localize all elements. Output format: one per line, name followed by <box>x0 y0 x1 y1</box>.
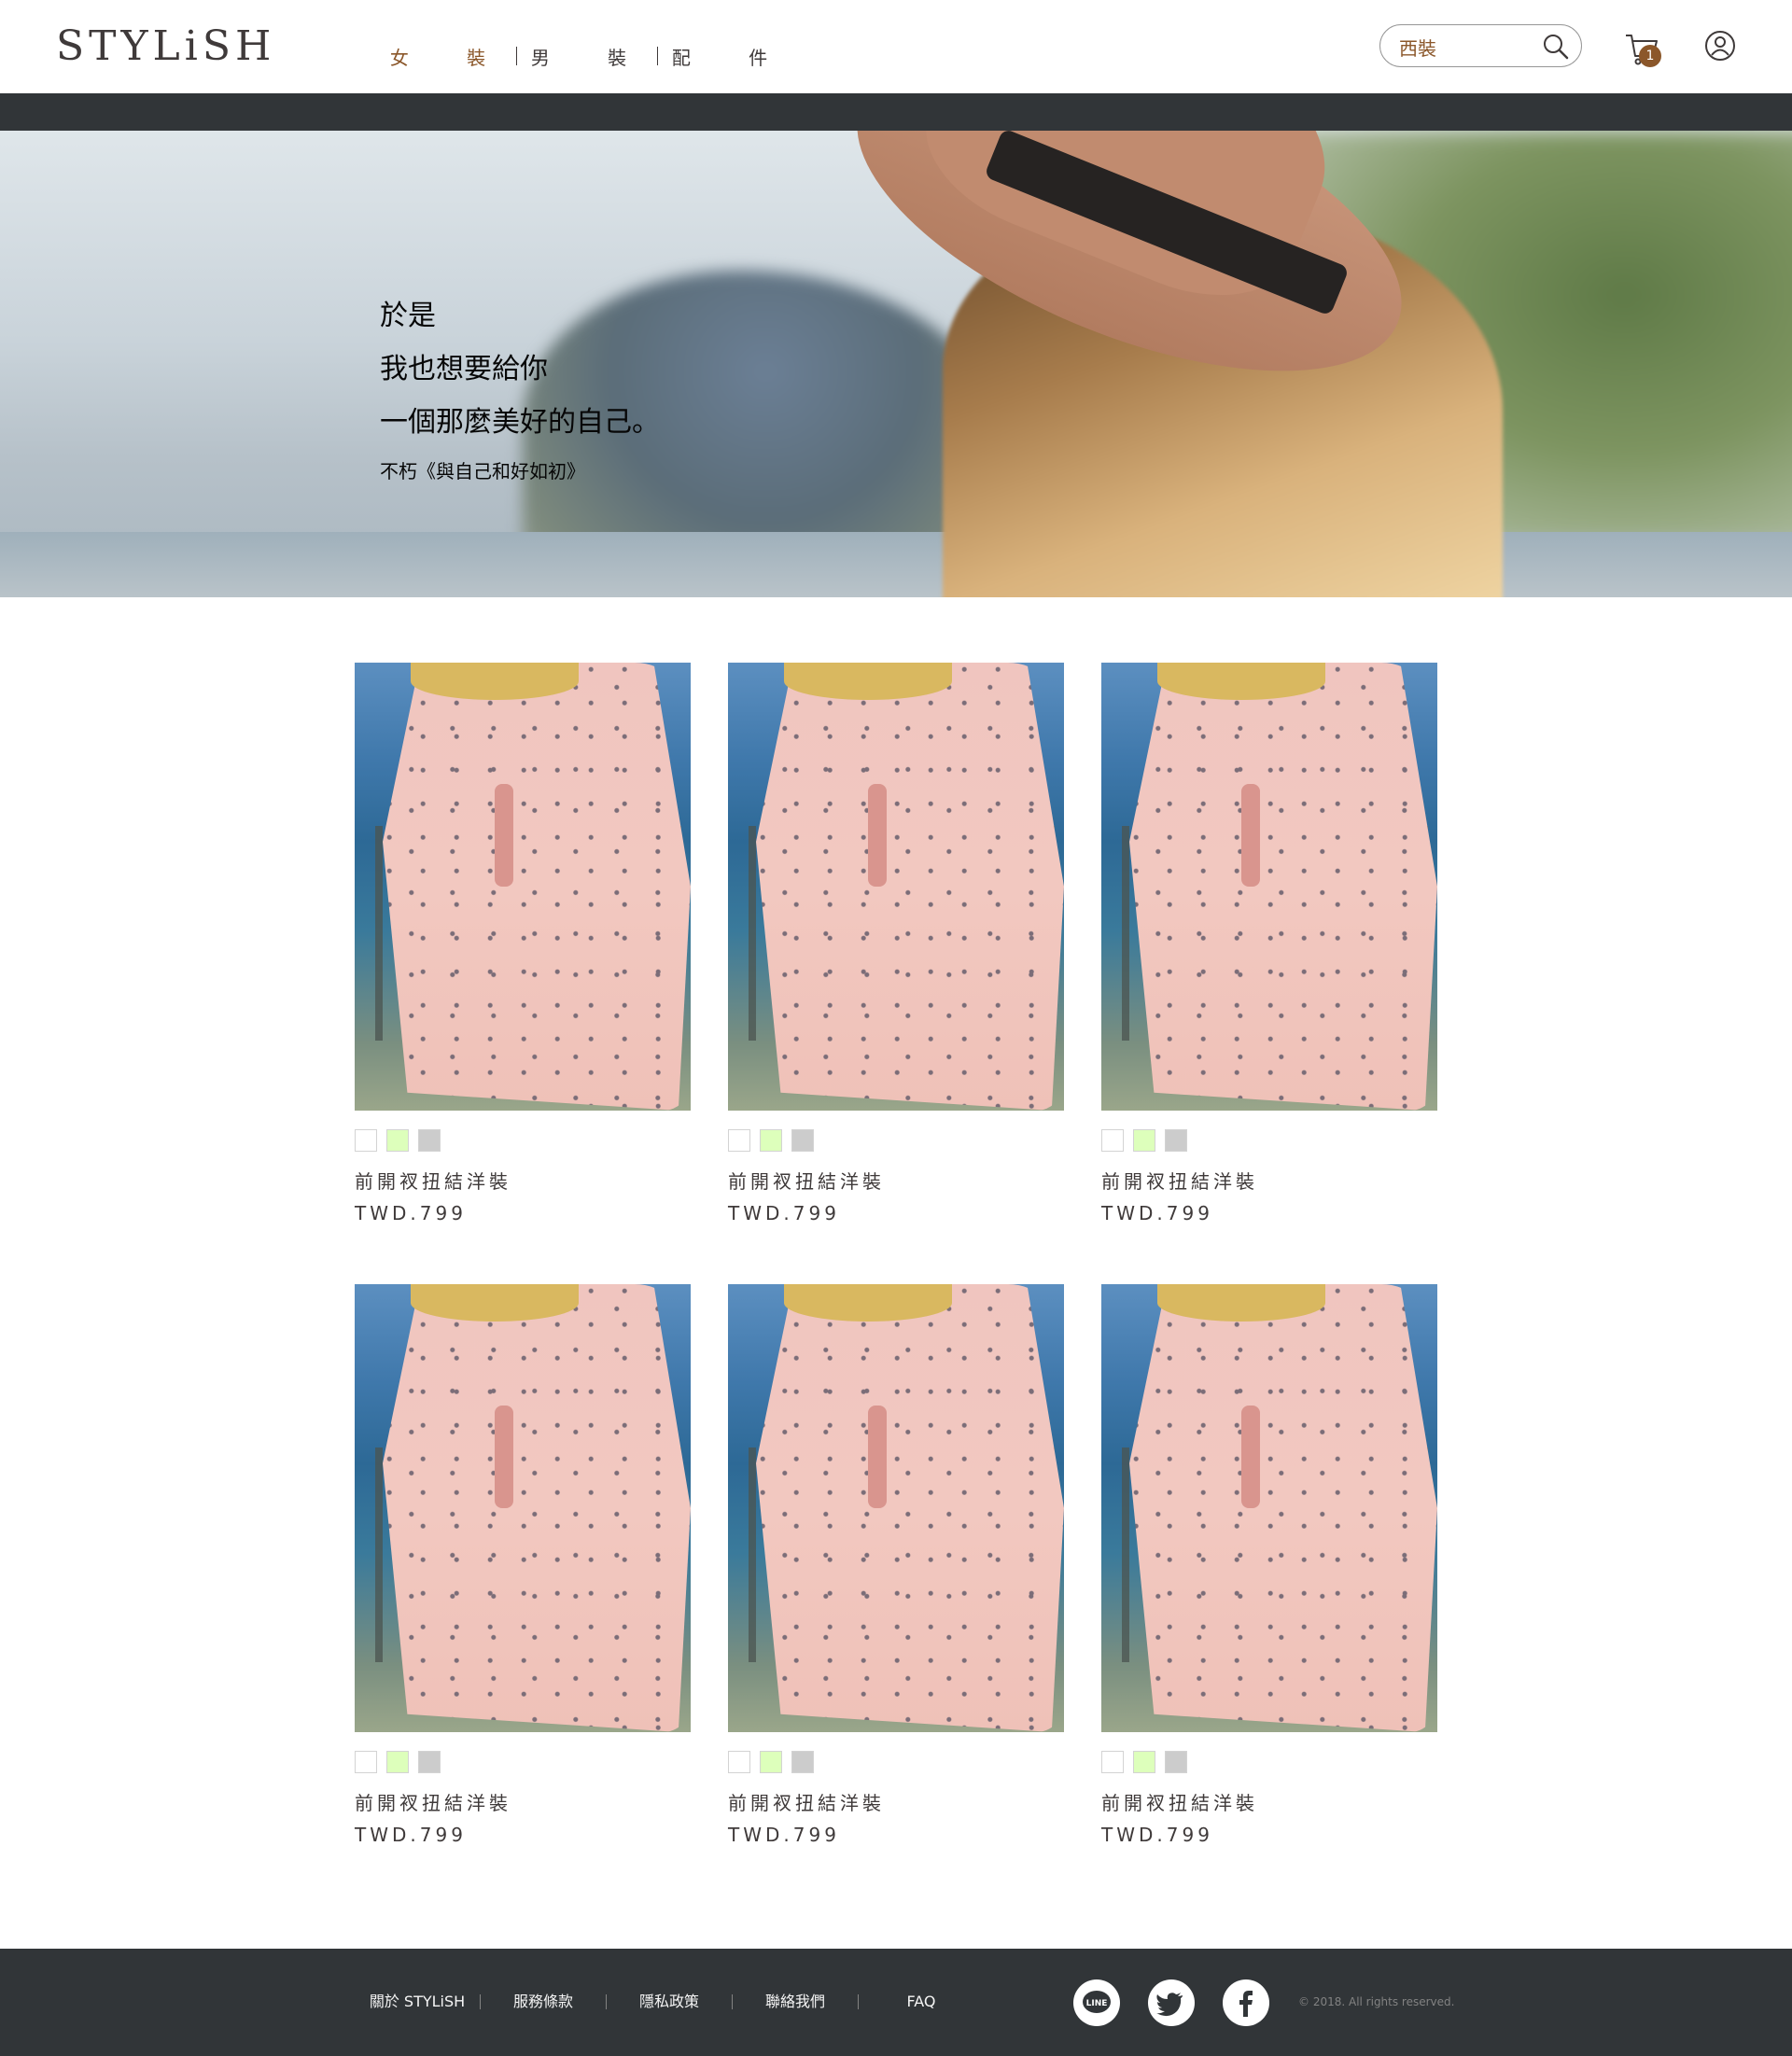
color-swatch[interactable] <box>760 1751 782 1773</box>
color-swatches <box>1101 1751 1437 1773</box>
hero-banner[interactable]: 於是 我也想要給你 一個那麼美好的自己。 不朽《與自己和好如初》 <box>0 131 1792 597</box>
product-price: TWD.799 <box>728 1824 840 1846</box>
site-footer: 關於 STYLiSH 服務條款 隱私政策 聯絡我們 FAQ LINE © 2018. A… <box>0 1949 1792 2056</box>
color-swatches <box>355 1751 691 1773</box>
product-image-sash <box>868 1406 887 1508</box>
color-swatch[interactable] <box>386 1751 409 1773</box>
color-swatch[interactable] <box>728 1129 750 1152</box>
product-image-hair <box>784 1284 952 1322</box>
product-image-sash <box>1241 1406 1260 1508</box>
product-name[interactable]: 前開衩扭結洋裝 <box>355 1170 691 1193</box>
search-box <box>1379 24 1582 67</box>
product-card[interactable]: 前開衩扭結洋裝 TWD.799 <box>1101 663 1437 1224</box>
color-swatch[interactable] <box>386 1129 409 1152</box>
product-name[interactable]: 前開衩扭結洋裝 <box>355 1792 691 1814</box>
product-name[interactable]: 前開衩扭結洋裝 <box>728 1792 1064 1814</box>
product-image[interactable] <box>355 663 691 1111</box>
member-icon[interactable] <box>1704 30 1736 62</box>
twitter-icon[interactable] <box>1148 1979 1195 2026</box>
color-swatch[interactable] <box>1165 1751 1187 1773</box>
color-swatch[interactable] <box>728 1751 750 1773</box>
footer-links: 關於 STYLiSH 服務條款 隱私政策 聯絡我們 FAQ <box>355 1992 984 2012</box>
product-image-dress <box>1129 663 1437 1111</box>
footer-link[interactable]: 服務條款 <box>481 1992 606 2012</box>
product-image[interactable] <box>1101 663 1437 1111</box>
product-card[interactable]: 前開衩扭結洋裝 TWD.799 <box>1101 1284 1437 1846</box>
color-swatch[interactable] <box>791 1129 814 1152</box>
color-swatch[interactable] <box>1133 1751 1155 1773</box>
color-swatches <box>1101 1129 1437 1152</box>
product-card[interactable]: 前開衩扭結洋裝 TWD.799 <box>728 663 1064 1224</box>
color-swatch[interactable] <box>355 1129 377 1152</box>
search-input[interactable] <box>1399 35 1530 59</box>
product-card[interactable]: 前開衩扭結洋裝 TWD.799 <box>355 1284 691 1846</box>
product-price: TWD.799 <box>1101 1824 1213 1846</box>
footer-link[interactable]: 聯絡我們 <box>733 1992 858 2012</box>
color-swatch[interactable] <box>791 1751 814 1773</box>
product-image[interactable] <box>728 663 1064 1111</box>
product-image-sash <box>495 784 513 887</box>
line-icon[interactable]: LINE <box>1073 1979 1120 2026</box>
facebook-icon[interactable] <box>1223 1979 1269 2026</box>
color-swatch[interactable] <box>1101 1751 1124 1773</box>
product-image[interactable] <box>355 1284 691 1732</box>
product-image-hair <box>411 1284 579 1322</box>
hero-quote-line: 於是 <box>380 300 436 332</box>
color-swatch[interactable] <box>1101 1129 1124 1152</box>
product-image-dress <box>756 1284 1064 1732</box>
product-image-dress <box>383 663 691 1111</box>
product-price: TWD.799 <box>728 1202 840 1224</box>
site-header: STYLiSH 女 裝 男 裝 配 件 1 <box>0 0 1792 93</box>
hero-quote: 於是 我也想要給你 一個那麼美好的自己。 不朽《與自己和好如初》 <box>380 289 660 484</box>
color-swatches <box>728 1129 1064 1152</box>
color-swatches <box>728 1751 1064 1773</box>
product-image-hair <box>1157 1284 1325 1322</box>
product-price: TWD.799 <box>1101 1202 1213 1224</box>
footer-link[interactable]: FAQ <box>859 1992 984 2012</box>
product-image-dress <box>383 1284 691 1732</box>
site-logo[interactable]: STYLiSH <box>56 24 275 69</box>
product-name[interactable]: 前開衩扭結洋裝 <box>728 1170 1064 1193</box>
hero-quote-line: 我也想要給你 <box>380 353 548 385</box>
product-name[interactable]: 前開衩扭結洋裝 <box>1101 1170 1437 1193</box>
copyright-text: © 2018. All rights reserved. <box>1298 1995 1455 2008</box>
color-swatch[interactable] <box>1165 1129 1187 1152</box>
product-image-sash <box>495 1406 513 1508</box>
product-image-sash <box>868 784 887 887</box>
color-swatches <box>355 1129 691 1152</box>
hero-sea-image <box>0 532 1792 597</box>
category-nav: 女 裝 男 裝 配 件 <box>376 39 798 73</box>
color-swatch[interactable] <box>418 1751 441 1773</box>
product-card[interactable]: 前開衩扭結洋裝 TWD.799 <box>355 663 691 1224</box>
product-image-dress <box>1129 1284 1437 1732</box>
nav-women[interactable]: 女 裝 <box>376 43 516 70</box>
product-image[interactable] <box>1101 1284 1437 1732</box>
nav-men[interactable]: 男 裝 <box>517 43 657 70</box>
hero-quote-source: 不朽《與自己和好如初》 <box>380 460 585 483</box>
nav-accessories[interactable]: 配 件 <box>658 43 798 70</box>
color-swatch[interactable] <box>760 1129 782 1152</box>
product-image-sash <box>1241 784 1260 887</box>
product-image[interactable] <box>728 1284 1064 1732</box>
header-divider-band <box>0 93 1792 131</box>
product-price: TWD.799 <box>355 1824 467 1846</box>
product-price: TWD.799 <box>355 1202 467 1224</box>
footer-link[interactable]: 隱私政策 <box>607 1992 732 2012</box>
product-card[interactable]: 前開衩扭結洋裝 TWD.799 <box>728 1284 1064 1846</box>
product-image-dress <box>756 663 1064 1111</box>
cart-count-badge: 1 <box>1639 45 1661 67</box>
product-image-hair <box>784 663 952 700</box>
color-swatch[interactable] <box>355 1751 377 1773</box>
color-swatch[interactable] <box>418 1129 441 1152</box>
footer-link[interactable]: 關於 STYLiSH <box>355 1992 480 2012</box>
color-swatch[interactable] <box>1133 1129 1155 1152</box>
product-image-hair <box>411 663 579 700</box>
svg-text:LINE: LINE <box>1086 1999 1108 2008</box>
product-image-hair <box>1157 663 1325 700</box>
hero-quote-line: 一個那麼美好的自己。 <box>380 406 660 439</box>
product-name[interactable]: 前開衩扭結洋裝 <box>1101 1792 1437 1814</box>
search-icon[interactable] <box>1542 33 1570 61</box>
